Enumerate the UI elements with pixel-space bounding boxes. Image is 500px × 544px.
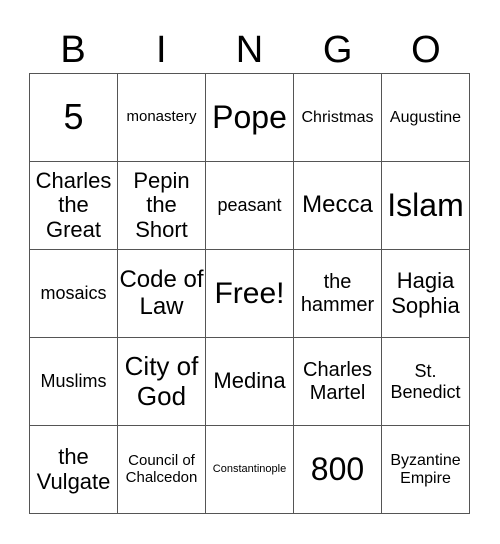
bingo-cell: Code of Law <box>117 249 206 338</box>
bingo-cell: the hammer <box>293 249 382 338</box>
header-letter-n: N <box>235 29 264 71</box>
bingo-cell: Charles Martel <box>293 337 382 426</box>
header-letter-i: I <box>156 29 167 71</box>
bingo-cell: peasant <box>205 161 294 250</box>
bingo-cell: Constantinople <box>205 425 294 514</box>
bingo-cell: Pepin the Short <box>117 161 206 250</box>
free-space-cell: Free! <box>205 249 294 338</box>
bingo-cell: Pope <box>205 73 294 162</box>
bingo-cell: Charles the Great <box>29 161 118 250</box>
grid-row: 5 monastery Pope Christmas Augustine <box>29 73 470 162</box>
grid-row: Charles the Great Pepin the Short peasan… <box>29 161 470 250</box>
bingo-cell: Christmas <box>293 73 382 162</box>
bingo-grid: 5 monastery Pope Christmas Augustine Cha… <box>29 73 470 514</box>
bingo-cell: monastery <box>117 73 206 162</box>
bingo-cell: 800 <box>293 425 382 514</box>
header-letter-b: B <box>60 29 86 71</box>
grid-row: mosaics Code of Law Free! the hammer Hag… <box>29 249 470 338</box>
bingo-cell: mosaics <box>29 249 118 338</box>
grid-row: the Vulgate Council of Chalcedon Constan… <box>29 425 470 514</box>
header-letter-o: O <box>411 29 441 71</box>
bingo-cell: St. Benedict <box>381 337 470 426</box>
bingo-cell: Muslims <box>29 337 118 426</box>
bingo-header: B I N G O <box>29 28 470 72</box>
bingo-cell: City of God <box>117 337 206 426</box>
bingo-cell: Council of Chalcedon <box>117 425 206 514</box>
bingo-cell: Byzantine Empire <box>381 425 470 514</box>
bingo-cell: the Vulgate <box>29 425 118 514</box>
bingo-cell: Hagia Sophia <box>381 249 470 338</box>
bingo-cell: Augustine <box>381 73 470 162</box>
bingo-cell: Medina <box>205 337 294 426</box>
bingo-cell: 5 <box>29 73 118 162</box>
grid-row: Muslims City of God Medina Charles Marte… <box>29 337 470 426</box>
bingo-cell: Islam <box>381 161 470 250</box>
bingo-cell: Mecca <box>293 161 382 250</box>
header-letter-g: G <box>322 29 353 71</box>
